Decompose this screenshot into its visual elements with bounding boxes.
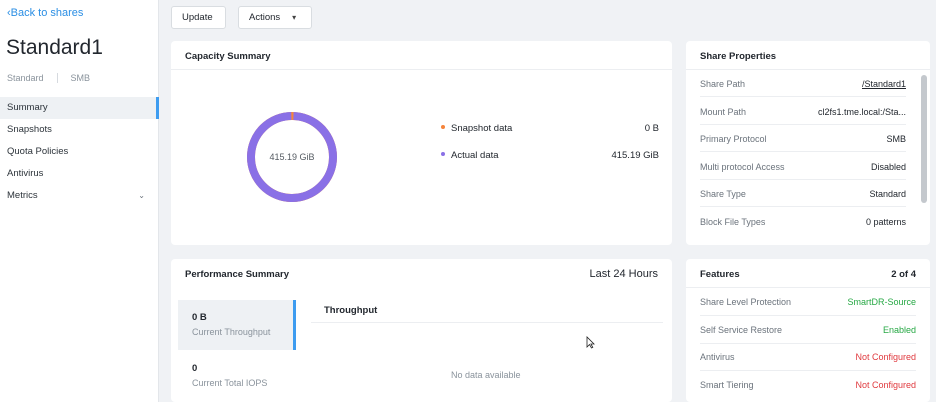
capacity-summary-title: Capacity Summary — [185, 51, 271, 62]
sidebar-item-label: Quota Policies — [7, 146, 69, 157]
property-label: Share Path — [700, 79, 746, 89]
property-row-multi-protocol: Multi protocol Access Disabled — [700, 153, 906, 180]
share-protocol-label: SMB — [70, 73, 91, 83]
share-type-label: Standard — [7, 73, 44, 83]
feature-status: Enabled — [882, 325, 916, 335]
features-count: 2 of 4 — [891, 269, 916, 280]
metric-label: Current Throughput — [192, 327, 271, 337]
metric-value: 0 — [192, 363, 198, 374]
share-meta: Standard SMB — [7, 73, 90, 83]
feature-status: Not Configured — [855, 380, 916, 390]
sidebar-item-label: Summary — [7, 102, 48, 113]
update-button-label: Update — [182, 12, 213, 23]
property-row-mount-path: Mount Path cl2fs1.tme.local:/Sta... — [700, 98, 906, 125]
legend-label: Snapshot data — [451, 123, 513, 134]
card-divider — [171, 69, 672, 70]
legend-label: Actual data — [451, 150, 499, 161]
features-title: Features — [700, 269, 740, 280]
sidebar-item-label: Antivirus — [7, 168, 44, 179]
legend-dot — [441, 152, 445, 157]
property-row-share-type: Share Type Standard — [700, 180, 906, 207]
sidebar: ‹Back to shares Standard1 Standard SMB S… — [0, 0, 159, 402]
sidebar-item-summary[interactable]: Summary — [0, 97, 159, 119]
property-label: Primary Protocol — [700, 134, 767, 144]
time-range-label[interactable]: Last 24 Hours — [590, 268, 658, 280]
property-value: SMB — [886, 134, 906, 144]
chart-divider — [311, 322, 663, 323]
feature-status: SmartDR-Source — [847, 297, 916, 307]
capacity-total-label: 415.19 GiB — [269, 152, 315, 162]
properties-scrollbar[interactable]: ▼ — [921, 75, 927, 284]
metric-tile-throughput[interactable]: 0 B Current Throughput — [178, 300, 296, 350]
actions-dropdown-label: Actions — [249, 12, 281, 23]
legend-item-snapshot: Snapshot data 0 B — [441, 123, 659, 134]
feature-status: Not Configured — [855, 352, 916, 362]
sidebar-nav: Summary Snapshots Quota Policies Antivir… — [0, 97, 159, 207]
feature-row-self-service-restore: Self Service Restore Enabled — [700, 316, 916, 344]
share-properties-card: Share Properties Share Path /Standard1 M… — [686, 41, 930, 284]
property-label: Share Type — [700, 189, 746, 199]
mouse-pointer-icon — [586, 336, 595, 349]
chart-title: Throughput — [324, 305, 378, 316]
page-title: Standard1 — [6, 36, 103, 59]
sidebar-item-metrics[interactable]: Metrics ⌄ — [0, 185, 159, 207]
property-row-share-path: Share Path /Standard1 — [700, 70, 906, 97]
actions-dropdown[interactable]: Actions ▾ — [238, 6, 312, 29]
performance-summary-title: Performance Summary — [185, 269, 290, 280]
feature-label: Antivirus — [700, 352, 735, 362]
chevron-down-icon: ▾ — [292, 13, 297, 22]
sidebar-item-snapshots[interactable]: Snapshots — [0, 119, 159, 141]
property-value: cl2fs1.tme.local:/Sta... — [817, 107, 906, 117]
features-card: Features 2 of 4 Share Level Protection S… — [686, 259, 930, 402]
feature-row-antivirus: Antivirus Not Configured — [700, 343, 916, 371]
performance-summary-card: Performance Summary Last 24 Hours 0 B Cu… — [171, 259, 672, 402]
capacity-summary-card: Capacity Summary 415.19 GiB Snapshot dat… — [171, 41, 672, 245]
property-value: Standard — [869, 189, 906, 199]
metric-label: Current Total IOPS — [192, 378, 268, 388]
feature-label: Share Level Protection — [700, 297, 792, 307]
property-label: Multi protocol Access — [700, 162, 785, 172]
back-to-shares-link[interactable]: ‹Back to shares — [7, 7, 83, 19]
property-value: 0 patterns — [865, 217, 906, 227]
property-value: Disabled — [870, 162, 906, 172]
feature-label: Self Service Restore — [700, 325, 783, 335]
chevron-down-icon: ⌄ — [138, 191, 145, 200]
legend-dot — [441, 125, 445, 130]
share-properties-title: Share Properties — [700, 51, 777, 62]
update-button[interactable]: Update — [171, 6, 226, 29]
meta-divider — [56, 73, 58, 83]
scroll-thumb[interactable] — [921, 75, 927, 203]
property-label: Mount Path — [700, 107, 747, 117]
legend-value: 0 B — [644, 123, 659, 134]
metric-value: 0 B — [192, 312, 207, 323]
sidebar-item-quota-policies[interactable]: Quota Policies — [0, 141, 159, 163]
metric-tile-iops[interactable]: 0 Current Total IOPS — [178, 351, 296, 401]
property-label: Block File Types — [700, 217, 766, 227]
property-row-block-file-types: Block File Types 0 patterns — [700, 208, 906, 235]
legend-value: 415.19 GiB — [611, 150, 659, 161]
sidebar-item-antivirus[interactable]: Antivirus — [0, 163, 159, 185]
feature-row-smart-tiering: Smart Tiering Not Configured — [700, 371, 916, 399]
share-path-link[interactable]: /Standard1 — [862, 79, 906, 89]
sidebar-item-label: Snapshots — [7, 124, 52, 135]
feature-label: Smart Tiering — [700, 380, 754, 390]
feature-row-share-level-protection: Share Level Protection SmartDR-Source — [700, 288, 916, 316]
property-row-primary-protocol: Primary Protocol SMB — [700, 125, 906, 152]
legend-item-actual: Actual data 415.19 GiB — [441, 150, 659, 161]
sidebar-item-label: Metrics — [7, 190, 38, 201]
no-data-message: No data available — [451, 370, 521, 380]
